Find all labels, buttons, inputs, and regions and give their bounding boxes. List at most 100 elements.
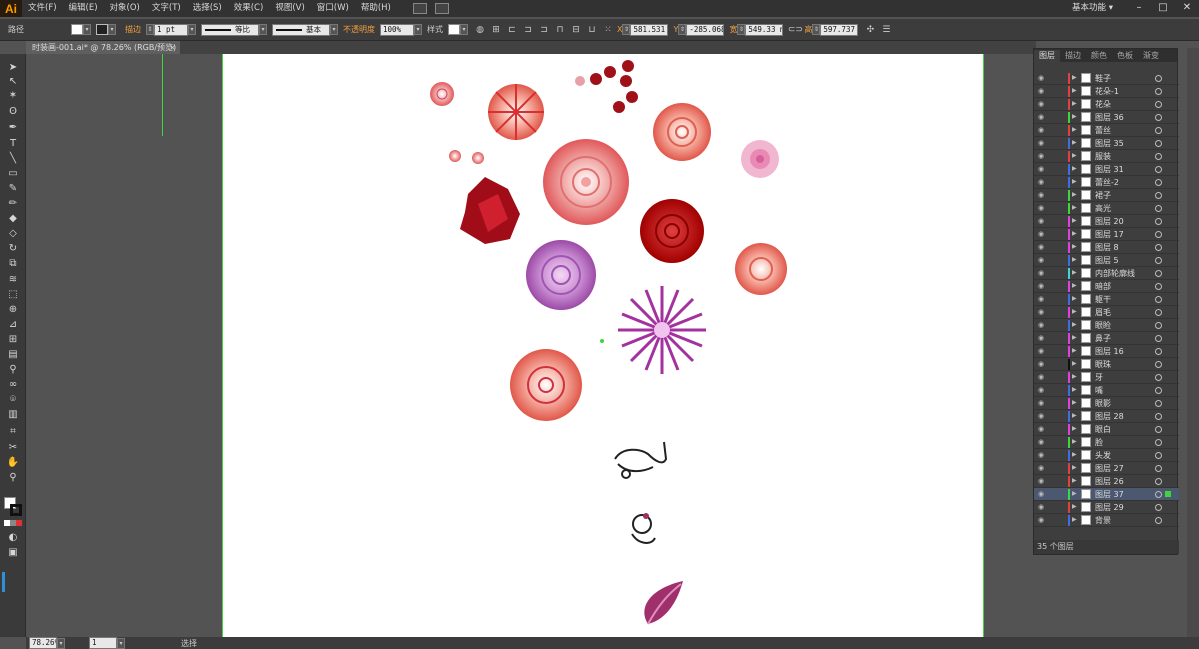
stroke-color-icon[interactable] <box>10 504 22 516</box>
target-circle-icon[interactable] <box>1155 413 1162 420</box>
eye-icon[interactable]: ◉ <box>1038 360 1048 369</box>
ink-sketch-figure[interactable] <box>631 513 656 544</box>
pink-rose-flower[interactable] <box>653 103 711 161</box>
eye-icon[interactable]: ◉ <box>1038 87 1048 96</box>
layer-row[interactable]: ◉ ▶ 图层 27 <box>1034 462 1179 475</box>
eye-icon[interactable]: ◉ <box>1038 516 1048 525</box>
scale-tool-icon[interactable]: ⧉ <box>5 256 21 270</box>
expand-triangle-icon[interactable]: ▶ <box>1072 230 1077 237</box>
type-tool-icon[interactable]: T <box>5 136 21 150</box>
mesh-tool-icon[interactable]: ⊞ <box>5 332 21 346</box>
purple-rose-flower[interactable] <box>526 240 596 310</box>
pencil-tool-icon[interactable]: ✏ <box>5 196 21 210</box>
expand-triangle-icon[interactable]: ▶ <box>1072 464 1077 471</box>
eye-icon[interactable]: ◉ <box>1038 464 1048 473</box>
align-right-icon[interactable]: ⊐ <box>537 23 551 36</box>
dark-red-peony-flower[interactable] <box>460 177 520 244</box>
direct-selection-tool-icon[interactable]: ↖ <box>5 74 21 88</box>
target-circle-icon[interactable] <box>1155 88 1162 95</box>
eye-icon[interactable]: ◉ <box>1038 204 1048 213</box>
layer-row[interactable]: ◉ ▶ 图层 8 <box>1034 241 1179 254</box>
y-stepper[interactable]: ⇕ <box>678 24 687 35</box>
panel-menu-icon[interactable]: ☰ <box>879 23 893 36</box>
target-circle-icon[interactable] <box>1155 296 1162 303</box>
layer-row[interactable]: ◉ ▶ 头发 <box>1034 449 1179 462</box>
expand-triangle-icon[interactable]: ▶ <box>1072 178 1077 185</box>
menu-help[interactable]: 帮助(H) <box>355 0 397 17</box>
target-circle-icon[interactable] <box>1155 101 1162 108</box>
stroke-swatch[interactable] <box>96 24 108 35</box>
width-field[interactable]: 549.33 m <box>745 23 784 36</box>
layer-name[interactable]: 图层 27 <box>1095 462 1124 475</box>
rotate-tool-icon[interactable]: ↻ <box>5 241 21 255</box>
zoom-tool-icon[interactable]: ⚲ <box>5 470 21 484</box>
brush-dropdown[interactable]: ▾ <box>330 24 338 35</box>
layer-row[interactable]: ◉ ▶ 图层 31 <box>1034 163 1179 176</box>
tab-swatches[interactable]: 色板 <box>1112 50 1138 62</box>
expand-triangle-icon[interactable]: ▶ <box>1072 87 1077 94</box>
layer-row[interactable]: ◉ ▶ 暗部 <box>1034 280 1179 293</box>
target-circle-icon[interactable] <box>1155 75 1162 82</box>
artboard-dropdown[interactable]: ▾ <box>117 637 125 649</box>
expand-triangle-icon[interactable]: ▶ <box>1072 347 1077 354</box>
expand-triangle-icon[interactable]: ▶ <box>1072 308 1077 315</box>
perspective-grid-tool-icon[interactable]: ⊿ <box>5 317 21 331</box>
layer-name[interactable]: 眼珠 <box>1095 358 1111 371</box>
expand-triangle-icon[interactable]: ▶ <box>1072 217 1077 224</box>
expand-triangle-icon[interactable]: ▶ <box>1072 321 1077 328</box>
stroke-dropdown[interactable]: ▾ <box>108 24 116 35</box>
ink-sketch-creature[interactable] <box>614 441 668 479</box>
target-circle-icon[interactable] <box>1155 270 1162 277</box>
eraser-tool-icon[interactable]: ◇ <box>5 226 21 240</box>
eyedropper-tool-icon[interactable]: ⚲ <box>5 362 21 376</box>
small-red-flowers-cluster[interactable] <box>575 60 638 113</box>
layer-row[interactable]: ◉ ▶ 蕾丝-2 <box>1034 176 1179 189</box>
layer-name[interactable]: 牙 <box>1095 371 1103 384</box>
pen-tool-icon[interactable]: ✒ <box>5 120 21 134</box>
coral-rose-flower[interactable] <box>510 349 582 421</box>
target-circle-icon[interactable] <box>1155 439 1162 446</box>
eye-icon[interactable]: ◉ <box>1038 373 1048 382</box>
layer-row[interactable]: ◉ ▶ 图层 36 <box>1034 111 1179 124</box>
layer-row[interactable]: ◉ ▶ 躯干 <box>1034 293 1179 306</box>
blob-brush-tool-icon[interactable]: ◆ <box>5 211 21 225</box>
target-circle-icon[interactable] <box>1155 348 1162 355</box>
expand-triangle-icon[interactable]: ▶ <box>1072 438 1077 445</box>
menu-view[interactable]: 视图(V) <box>269 0 310 17</box>
style-swatch[interactable] <box>448 24 460 35</box>
layer-row[interactable]: ◉ ▶ 鞋子 <box>1034 72 1179 85</box>
expand-triangle-icon[interactable]: ▶ <box>1072 386 1077 393</box>
transform-icon[interactable]: ✣ <box>863 23 877 36</box>
expand-triangle-icon[interactable]: ▶ <box>1072 126 1077 133</box>
align-hcenter-icon[interactable]: ⊐ <box>521 23 535 36</box>
target-circle-icon[interactable] <box>1155 400 1162 407</box>
tab-layers[interactable]: 图层 <box>1034 50 1060 62</box>
blend-tool-icon[interactable]: ∞ <box>5 377 21 391</box>
zoom-dropdown[interactable]: ▾ <box>57 637 65 649</box>
artboard-number-field[interactable]: 1 <box>89 637 117 649</box>
eye-icon[interactable]: ◉ <box>1038 217 1048 226</box>
opacity-dropdown[interactable]: ▾ <box>414 24 422 35</box>
target-circle-icon[interactable] <box>1155 478 1162 485</box>
layer-row[interactable]: ◉ ▶ 花朵 <box>1034 98 1179 111</box>
target-circle-icon[interactable] <box>1155 309 1162 316</box>
magic-wand-tool-icon[interactable]: ✶ <box>5 88 21 102</box>
eye-icon[interactable]: ◉ <box>1038 308 1048 317</box>
expand-triangle-icon[interactable]: ▶ <box>1072 360 1077 367</box>
opacity-field[interactable]: 100% <box>380 23 414 36</box>
expand-triangle-icon[interactable]: ▶ <box>1072 412 1077 419</box>
target-circle-icon[interactable] <box>1155 465 1162 472</box>
layer-row[interactable]: ◉ ▶ 牙 <box>1034 371 1179 384</box>
target-circle-icon[interactable] <box>1155 205 1162 212</box>
stroke-label[interactable]: 描边 <box>125 24 141 35</box>
eye-icon[interactable]: ◉ <box>1038 503 1048 512</box>
target-circle-icon[interactable] <box>1155 140 1162 147</box>
layer-row[interactable]: ◉ ▶ 内部轮廓线 <box>1034 267 1179 280</box>
target-circle-icon[interactable] <box>1155 153 1162 160</box>
expand-triangle-icon[interactable]: ▶ <box>1072 295 1077 302</box>
expand-triangle-icon[interactable]: ▶ <box>1072 243 1077 250</box>
layer-row[interactable]: ◉ ▶ 图层 17 <box>1034 228 1179 241</box>
slice-tool-icon[interactable]: ✂ <box>5 440 21 454</box>
line-tool-icon[interactable]: ╲ <box>5 151 21 165</box>
close-tab-icon[interactable]: × <box>169 41 176 54</box>
